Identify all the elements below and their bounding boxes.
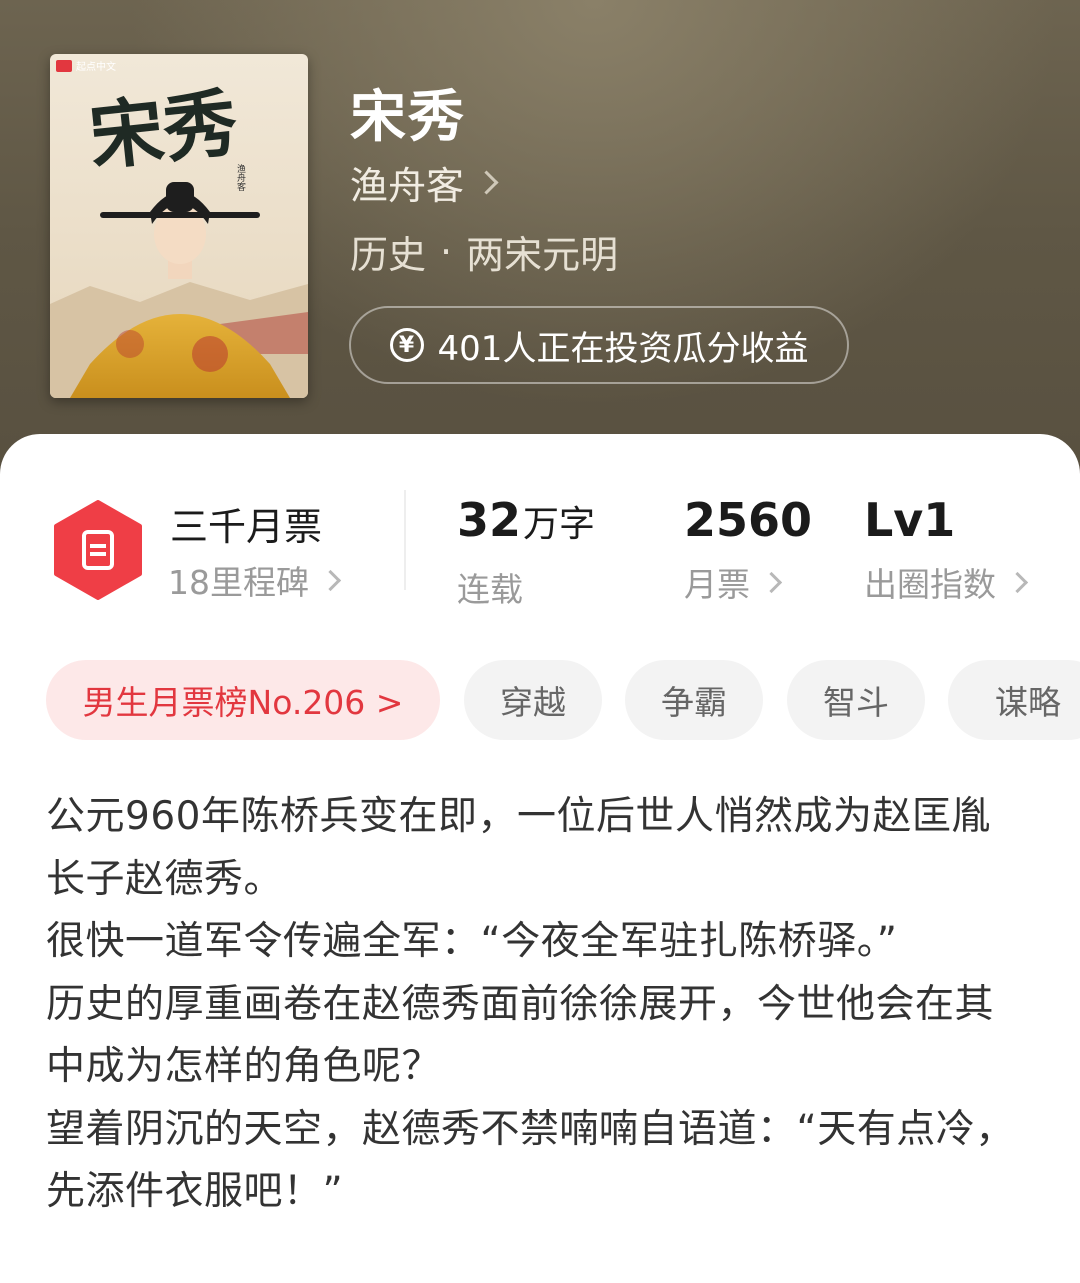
level-stat[interactable]: Lv1 出圈指数 (864, 490, 1029, 606)
genre-dot: · (440, 229, 453, 274)
synopsis-paragraph: 望着阴沉的天空，赵德秀不禁喃喃自语道：“天有点冷，先添件衣服吧！” (46, 1106, 1015, 1215)
genre-line: 历史 · 两宋元明 (350, 224, 618, 279)
tag-chuanyue[interactable]: 穿越 (464, 660, 602, 740)
word-count-value: 32 (457, 493, 522, 547)
invest-button[interactable]: ¥ 401人正在投资瓜分收益 (349, 306, 849, 384)
chevron-right-icon (319, 569, 342, 591)
book-title: 宋秀 (350, 84, 466, 150)
milestone-link[interactable]: 18里程碑 (168, 556, 342, 604)
invest-text: 401人正在投资瓜分收益 (437, 328, 809, 369)
monthly-ticket-title: 三千月票 (170, 505, 323, 549)
author-link[interactable]: 渔舟客 (350, 158, 499, 208)
tag-moulue[interactable]: 谋略 (948, 660, 1080, 740)
synopsis-paragraph: 公元960年陈桥兵变在即，一位后世人悄然成为赵匡胤长子赵德秀。 (46, 794, 991, 902)
cover-author-mark: 渔舟客 (235, 164, 246, 191)
tickets-stat[interactable]: 2560 月票 (684, 490, 812, 606)
status-label: 连载 (457, 570, 523, 609)
tickets-value: 2560 (684, 493, 813, 547)
synopsis-paragraph: 很快一道军令传遍全军：“今夜全军驻扎陈桥驿。” (46, 919, 898, 964)
tag-zhidou[interactable]: 智斗 (787, 660, 925, 740)
ticket-badge-icon[interactable] (52, 500, 144, 600)
level-label: 出圈指数 (864, 565, 996, 604)
subgenre: 两宋元明 (466, 233, 619, 277)
cover-art: 宋秀 渔舟客 起点中文 (50, 54, 308, 398)
chevron-right-icon (474, 169, 499, 195)
word-count-stat: 32万字 连载 (457, 490, 595, 611)
yen-coin-icon: ¥ (389, 328, 424, 362)
author-name: 渔舟客 (350, 163, 465, 208)
synopsis[interactable]: 公元960年陈桥兵变在即，一位后世人悄然成为赵匡胤长子赵德秀。 很快一道军令传遍… (46, 786, 1026, 1224)
stats-divider (404, 490, 406, 590)
cover-publisher: 起点中文 (76, 60, 116, 73)
tag-row: 男生月票榜No.206 > 穿越 争霸 智斗 谋略 (46, 660, 1080, 740)
word-count-unit: 万字 (523, 504, 596, 545)
chevron-right-icon (1006, 571, 1029, 593)
cover-title-art: 宋秀 (85, 80, 241, 181)
milestone-text: 18里程碑 (168, 563, 309, 602)
level-value: Lv1 (864, 493, 956, 547)
genre: 历史 (350, 233, 427, 277)
book-cover[interactable]: 宋秀 渔舟客 起点中文 (50, 54, 308, 398)
tag-zhengba[interactable]: 争霸 (625, 660, 763, 740)
rank-tag[interactable]: 男生月票榜No.206 > (46, 660, 440, 740)
chevron-right-icon (760, 571, 783, 593)
synopsis-paragraph: 历史的厚重画卷在赵德秀面前徐徐展开，今世他会在其中成为怎样的角色呢？ (46, 981, 995, 1090)
tickets-label: 月票 (684, 565, 750, 604)
